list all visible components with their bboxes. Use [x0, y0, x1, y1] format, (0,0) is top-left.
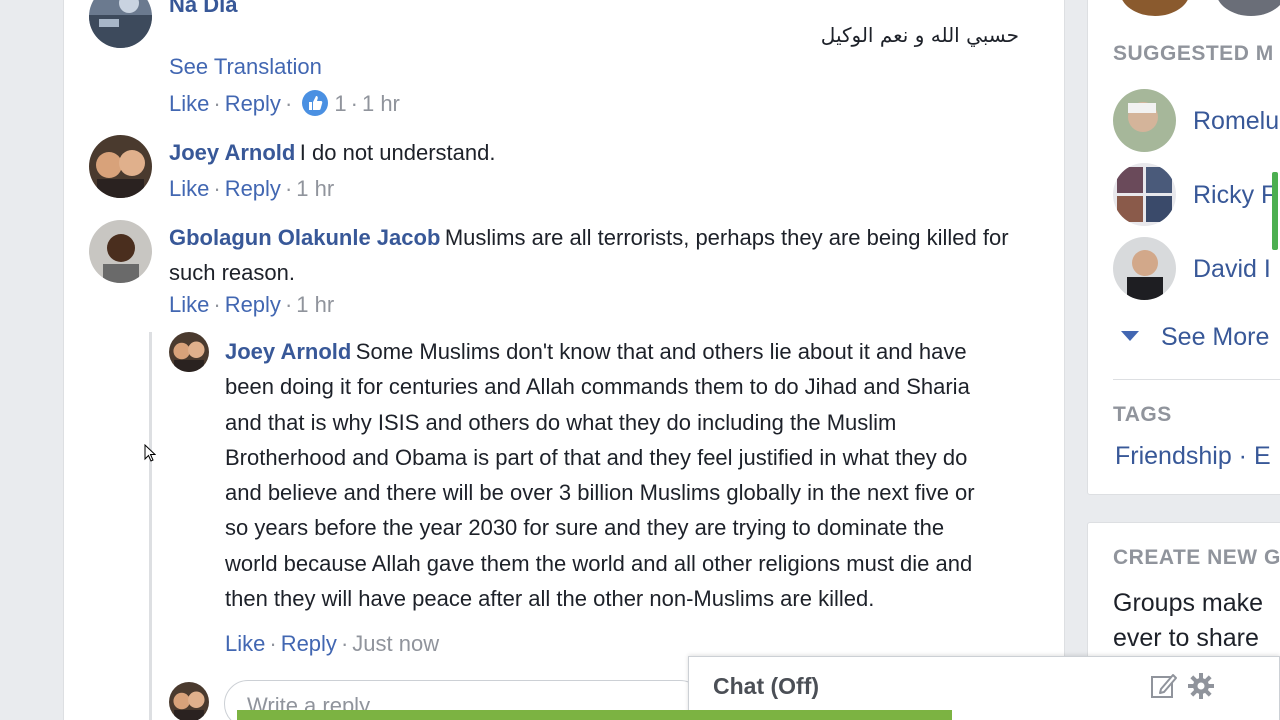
reply-time[interactable]: Just now — [352, 631, 439, 656]
suggested-members-card: SUGGESTED M Romelu Ricky F David I See M… — [1087, 0, 1280, 495]
comment-actions: Like · Reply · 1 hr — [169, 176, 335, 201]
like-link[interactable]: Like — [169, 292, 209, 317]
comment-text: I do not understand. — [299, 140, 496, 165]
reply-link[interactable]: Reply — [281, 631, 337, 656]
suggested-member-name[interactable]: Ricky F — [1193, 181, 1276, 210]
comment-time[interactable]: 1 hr — [296, 292, 334, 317]
avatar — [169, 682, 209, 720]
compose-icon[interactable] — [1149, 671, 1179, 701]
comment-author[interactable]: Gbolagun Olakunle Jacob — [169, 225, 440, 250]
avatar[interactable] — [89, 220, 152, 283]
comment-author[interactable]: Na Dia — [169, 0, 237, 18]
reply-actions: Like · Reply · Just now — [225, 631, 440, 656]
avatar[interactable] — [1113, 89, 1176, 152]
comment-body: Gbolagun Olakunle Jacob Muslims are all … — [169, 222, 1009, 292]
see-translation-link[interactable]: See Translation — [169, 54, 322, 80]
avatar[interactable] — [1216, 0, 1280, 16]
groups-text-line: Groups make — [1113, 589, 1264, 617]
chat-title[interactable]: Chat (Off) — [713, 673, 819, 700]
reply-link[interactable]: Reply — [225, 176, 281, 201]
like-link[interactable]: Like — [169, 91, 209, 116]
sidebar-scrollbar[interactable] — [1272, 172, 1278, 250]
suggested-member-name[interactable]: David I — [1193, 255, 1271, 284]
see-more-link[interactable]: See More — [1161, 323, 1269, 352]
comment-body: Joey Arnold I do not understand. — [169, 137, 495, 169]
like-link[interactable]: Like — [169, 176, 209, 201]
thumbs-up-icon[interactable] — [302, 90, 329, 116]
reply-link[interactable]: Reply — [225, 91, 281, 116]
avatar[interactable] — [1120, 0, 1190, 16]
reply-thread-line — [149, 332, 152, 720]
like-link[interactable]: Like — [225, 631, 265, 656]
avatar[interactable] — [1113, 163, 1176, 226]
avatar[interactable] — [1113, 237, 1176, 300]
avatar[interactable] — [169, 332, 209, 372]
avatar[interactable] — [89, 0, 152, 48]
suggested-title: SUGGESTED M — [1113, 42, 1274, 65]
page-load-progress — [237, 710, 952, 720]
tags-title: TAGS — [1113, 403, 1172, 426]
gear-icon[interactable] — [1186, 671, 1216, 701]
comment-time[interactable]: 1 hr — [362, 91, 400, 116]
comment-text: حسبي الله و نعم الوكيل — [820, 23, 1019, 47]
reply-author[interactable]: Joey Arnold — [225, 339, 351, 364]
comment-time[interactable]: 1 hr — [296, 176, 334, 201]
mouse-cursor-icon — [144, 444, 156, 462]
reply-link[interactable]: Reply — [225, 292, 281, 317]
avatar[interactable] — [89, 135, 152, 198]
caret-down-icon[interactable] — [1121, 331, 1139, 341]
reaction-count[interactable]: 1 — [334, 91, 346, 116]
create-group-title: CREATE NEW G — [1113, 546, 1280, 569]
comment-author[interactable]: Joey Arnold — [169, 140, 295, 165]
groups-text-line: ever to share — [1113, 624, 1259, 652]
comment-actions: Like · Reply · 1 · 1 hr — [169, 90, 400, 116]
tag-links[interactable]: Friendship · E — [1115, 442, 1271, 471]
right-sidebar: SUGGESTED M Romelu Ricky F David I See M… — [1087, 0, 1280, 720]
comment-actions: Like · Reply · 1 hr — [169, 292, 335, 317]
divider — [1113, 379, 1280, 380]
comments-feed: Na Dia حسبي الله و نعم الوكيل See Transl… — [63, 0, 1065, 720]
reply-text: Some Muslims don't know that and others … — [225, 339, 975, 612]
reply-body: Joey Arnold Some Muslims don't know that… — [225, 336, 1000, 618]
suggested-member-name[interactable]: Romelu — [1193, 107, 1279, 136]
